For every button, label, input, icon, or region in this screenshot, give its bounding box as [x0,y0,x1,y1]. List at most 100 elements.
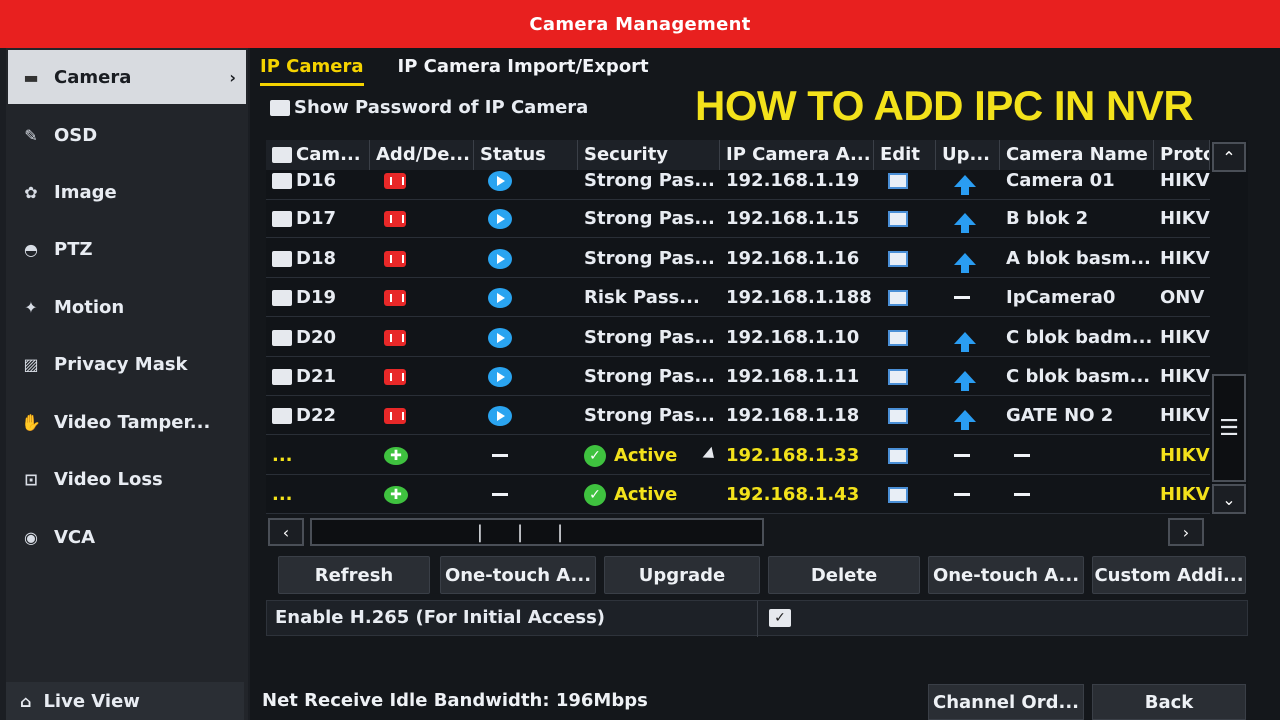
live-view-button[interactable]: ⌂ Live View [6,682,244,720]
add-icon[interactable]: ✚ [384,446,408,465]
play-icon[interactable] [488,248,512,269]
sidebar-item-camera[interactable]: ▬ Camera › [8,50,246,104]
cell-add-delete: ✚ [370,476,474,514]
upgrade-arrow-icon[interactable] [954,370,976,391]
table-row[interactable]: D19 Risk Pass... 192.168.1.188 IpCamera0 ONV [266,279,1210,317]
table-row[interactable]: D16 Strong Pas... 192.168.1.19 Camera 01 HIK… [266,162,1210,200]
delete-icon[interactable] [384,250,406,267]
scroll-down-button[interactable]: ⌄ [1212,484,1246,514]
protocol: ONV [1160,287,1205,308]
edit-icon[interactable] [888,447,908,464]
protocol: HIKV [1160,248,1210,269]
upgrade-arrow-icon[interactable] [954,331,976,352]
sidebar-item-privacy-mask[interactable]: ▨ Privacy Mask [8,337,246,391]
row-checkbox[interactable] [272,210,292,227]
upgrade-arrow-icon[interactable] [954,252,976,273]
play-icon[interactable] [488,366,512,387]
delete-button[interactable]: Delete [768,556,920,594]
back-button[interactable]: Back [1092,684,1246,720]
cell-camera: D19 [266,279,370,317]
delete-icon[interactable] [384,329,406,346]
scroll-right-button[interactable]: › [1168,518,1204,546]
edit-icon[interactable] [888,172,908,189]
add-icon[interactable]: ✚ [384,485,408,504]
edit-icon[interactable] [888,407,908,424]
play-icon[interactable] [488,287,512,308]
horizontal-scroll-thumb[interactable]: ||| [310,518,764,546]
table-row[interactable]: D21 Strong Pas... 192.168.1.11 C blok basm.… [266,358,1210,396]
upgrade-button[interactable]: Upgrade [604,556,760,594]
upgrade-arrow-icon[interactable] [954,174,976,195]
edit-icon[interactable] [888,289,908,306]
h265-checkbox[interactable]: ✓ [769,609,791,627]
camera-id: D19 [296,287,336,308]
protocol: HIKV [1160,327,1210,348]
delete-icon[interactable] [384,368,406,385]
scroll-up-button[interactable]: ⌃ [1212,142,1246,172]
table-row[interactable]: D17 Strong Pas... 192.168.1.15 B blok 2 HIKV [266,200,1210,238]
one-touch-activate-button[interactable]: One-touch A... [928,556,1084,594]
ip-address: 192.168.1.11 [726,366,860,387]
edit-icon[interactable] [888,486,908,503]
delete-icon[interactable] [384,172,406,189]
tab-ip-camera-import-export[interactable]: IP Camera Import/Export [398,56,649,86]
delete-icon[interactable] [384,210,406,227]
play-icon[interactable] [488,170,512,191]
cell-add-delete [370,319,474,357]
table-row[interactable]: D20 Strong Pas... 192.168.1.10 C blok badm.… [266,319,1210,357]
sidebar-item-ptz[interactable]: ◓ PTZ [8,222,246,276]
edit-icon[interactable] [888,368,908,385]
upgrade-arrow-icon[interactable] [954,409,976,430]
tab-ip-camera[interactable]: IP Camera [260,56,364,86]
cell-camera: D18 [266,240,370,278]
sidebar-item-video-loss[interactable]: ⊡ Video Loss [8,452,246,506]
play-icon[interactable] [488,405,512,426]
row-checkbox[interactable] [272,368,292,385]
dash-icon [954,296,970,299]
play-icon[interactable] [488,327,512,348]
one-touch-adding-button[interactable]: One-touch A... [440,556,596,594]
vertical-scroll-thumb[interactable]: ☰ [1212,374,1246,482]
cell-camera-name: C blok basm... [1000,358,1154,396]
play-icon[interactable] [488,208,512,229]
table-row[interactable]: ... ✚ ✓ Active 192.168.1.43 HIKV [266,476,1210,514]
sidebar-item-osd[interactable]: ✎ OSD [8,108,246,162]
show-password-option[interactable]: Show Password of IP Camera [270,97,588,118]
table-row[interactable]: D18 Strong Pas... 192.168.1.16 A blok basm.… [266,240,1210,278]
row-checkbox[interactable] [272,407,292,424]
edit-icon[interactable] [888,329,908,346]
sidebar-item-image[interactable]: ✿ Image [8,165,246,219]
table-row[interactable]: ... ✚ ✓ Active 192.168.1.33 HIKV [266,437,1210,475]
cell-ip-address: 192.168.1.19 [720,162,874,200]
scroll-left-button[interactable]: ‹ [268,518,304,546]
vertical-scrollbar[interactable]: ⌃ ☰ ⌄ [1210,140,1248,514]
sidebar-item-vca[interactable]: ◉ VCA [8,510,246,564]
cell-upgrade [936,319,1000,357]
video-tamper-icon: ✋ [21,412,41,432]
upgrade-arrow-icon[interactable] [954,212,976,233]
sidebar-item-video-tamper[interactable]: ✋ Video Tamper... [8,395,246,449]
row-checkbox[interactable] [272,250,292,267]
cell-camera-name [1000,476,1154,514]
row-checkbox[interactable] [272,329,292,346]
edit-icon[interactable] [888,210,908,227]
cell-security: ✓ Active [578,437,720,475]
edit-icon[interactable] [888,250,908,267]
cell-status [474,162,578,200]
row-checkbox[interactable] [272,172,292,189]
row-checkbox[interactable] [272,289,292,306]
protocol: HIKV [1160,208,1210,229]
cell-ip-address: 192.168.1.188 [720,279,874,317]
delete-icon[interactable] [384,289,406,306]
horizontal-scrollbar[interactable]: ‹ ||| › [266,516,1210,548]
custom-adding-button[interactable]: Custom Addi... [1092,556,1246,594]
show-password-checkbox[interactable] [270,99,290,116]
security-status: Strong Pas... [584,366,715,387]
table-row[interactable]: D22 Strong Pas... 192.168.1.18 GATE NO 2 HIK… [266,397,1210,435]
refresh-button[interactable]: Refresh [278,556,430,594]
cell-add-delete [370,240,474,278]
channel-order-button[interactable]: Channel Ord... [928,684,1084,720]
video-loss-icon: ⊡ [24,469,38,489]
delete-icon[interactable] [384,407,406,424]
sidebar-item-motion[interactable]: ✦ Motion [8,280,246,334]
